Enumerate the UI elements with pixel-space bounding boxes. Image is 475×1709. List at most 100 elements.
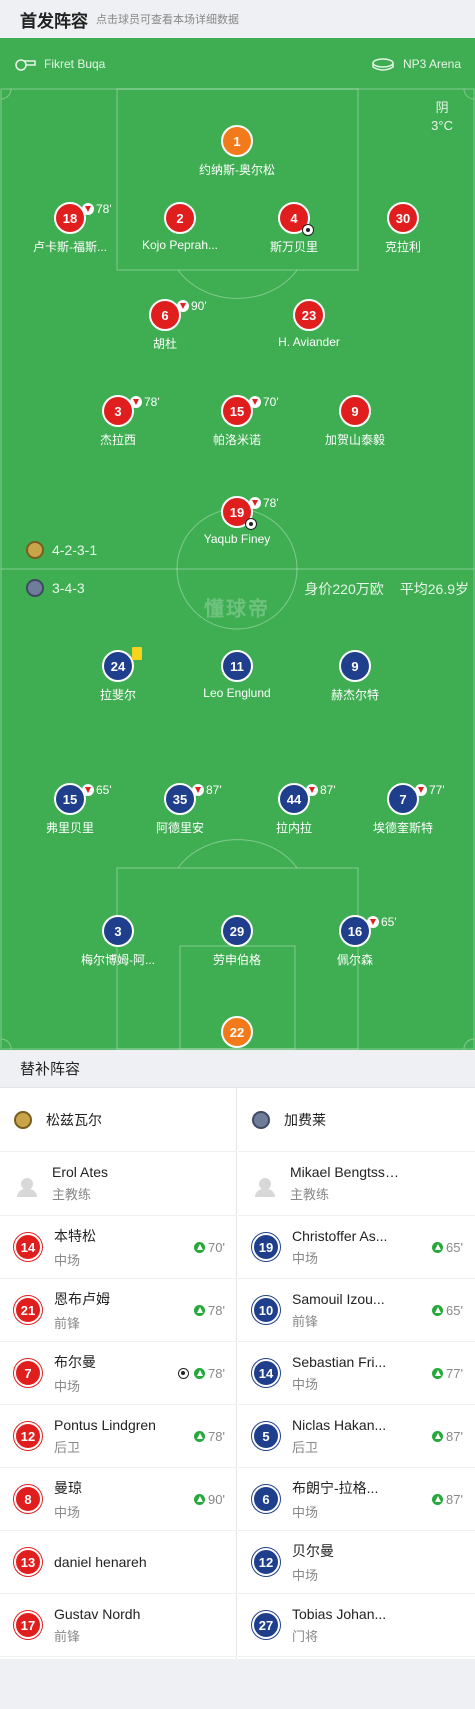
substitution-in-icon: [194, 1241, 206, 1253]
player-token[interactable]: 24 拉斐尔: [63, 647, 173, 703]
player-number-badge: 30: [387, 202, 419, 234]
home-formation-label: 4-2-3-1: [52, 542, 98, 558]
sub-out-minute: 65': [381, 915, 397, 929]
coach-name: Erol Ates: [52, 1164, 109, 1180]
sub-player-row[interactable]: 12 Pontus Lindgren 后卫 78': [0, 1405, 237, 1468]
away-team-stats: 身价220万欧 平均26.9岁: [304, 579, 469, 599]
sub-in-marker: 78': [178, 1366, 225, 1381]
sub-player-row[interactable]: 13 daniel henareh: [0, 1531, 237, 1594]
sub-player-row[interactable]: 17 Gustav Nordh 前锋: [0, 1594, 237, 1657]
sub-out-minute: 78': [263, 496, 279, 510]
player-token[interactable]: 16 佩尔森 65': [300, 915, 410, 968]
sub-player-row[interactable]: 27 Tobias Johan... 门将: [238, 1594, 475, 1657]
player-token[interactable]: 3 梅尔博姆-阿...: [63, 915, 173, 968]
player-number-badge: 9: [339, 650, 371, 682]
sub-player-name: Pontus Lindgren: [54, 1416, 156, 1433]
sub-out-minute: 65': [96, 783, 112, 797]
player-token[interactable]: 11 Leo Englund: [182, 650, 292, 700]
sub-player-row[interactable]: 14 本特松 中场 70': [0, 1216, 237, 1279]
referee-name: Fikret Buqa: [44, 56, 106, 71]
away-team-crest-icon: [26, 579, 44, 597]
player-token[interactable]: 18 卢卡斯-福斯... 78': [15, 202, 125, 255]
coach-name: Mikael Bengtsson: [290, 1164, 400, 1180]
player-number-badge: 9: [339, 395, 371, 427]
sub-player-name: 恩布卢姆: [54, 1290, 110, 1307]
sub-player-row[interactable]: 12 贝尔曼 中场: [238, 1531, 475, 1594]
sub-in-marker: 78': [194, 1303, 225, 1318]
player-name: 弗里贝里: [45, 821, 94, 835]
player-token[interactable]: 3 杰拉西 78': [63, 395, 173, 448]
subs-team-name: 松兹瓦尔: [46, 1111, 102, 1128]
home-subs-column: 松兹瓦尔 Erol Ates 主教练 14 本特松 中场 70' 21 恩布卢姆 前锋 78' 7 布尔…: [0, 1088, 237, 1659]
substitution-out-icon: [415, 784, 427, 796]
player-token[interactable]: 30 克拉利: [348, 202, 458, 255]
player-number: 15: [229, 403, 245, 419]
player-name: 拉内拉: [275, 821, 312, 835]
substitution-out-icon: [177, 300, 189, 312]
sub-player-row[interactable]: 19 Christoffer As... 中场 65': [238, 1216, 475, 1279]
team-crest-icon: [252, 1110, 270, 1129]
sub-player-row[interactable]: 8 曼琼 中场 90': [0, 1468, 237, 1531]
player-token[interactable]: 15 弗里贝里 65': [15, 783, 125, 836]
sub-player-row[interactable]: 7 布尔曼 中场 78': [0, 1342, 237, 1405]
player-name: 约纳斯-奥尔松: [199, 163, 275, 177]
sub-in-marker: 65': [432, 1303, 463, 1318]
sub-in-minute: 78': [208, 1365, 225, 1381]
player-number-badge: 22: [221, 1016, 253, 1048]
sub-out-marker: 87': [192, 783, 222, 797]
player-token[interactable]: 9 赫杰尔特: [300, 650, 410, 703]
player-token[interactable]: 19 Yaqub Finey 78': [182, 496, 292, 546]
sub-player-row[interactable]: 21 恩布卢姆 前锋 78': [0, 1279, 237, 1342]
player-token[interactable]: 2 Kojo Peprah...: [125, 202, 235, 252]
sub-player-name: 布朗宁-拉格...: [292, 1479, 379, 1496]
sub-player-row[interactable]: 6 布朗宁-拉格... 中场 87': [238, 1468, 475, 1531]
player-number-badge: 2: [164, 202, 196, 234]
player-number: 30: [395, 210, 411, 226]
player-token[interactable]: 15 帕洛米诺 70': [182, 395, 292, 448]
sub-player-name: 曼琼: [54, 1479, 82, 1496]
substitution-out-icon: [130, 396, 142, 408]
sub-player-name: Samouil Izou...: [292, 1290, 385, 1307]
coach-row[interactable]: Mikael Bengtsson 主教练: [238, 1152, 475, 1216]
player-token[interactable]: 44 拉内拉 87': [239, 783, 349, 836]
match-info-bar: Fikret Buqa NP3 Arena: [0, 38, 475, 89]
sub-out-marker: 90': [177, 299, 207, 313]
coach-avatar-head: [255, 1177, 275, 1197]
sub-player-row[interactable]: 14 Sebastian Fri... 中场 77': [238, 1342, 475, 1405]
player-name: 佩尔森: [336, 953, 373, 967]
player-token[interactable]: 7 埃德奎斯特 77': [348, 783, 458, 836]
substitution-in-icon: [432, 1430, 444, 1442]
coach-row[interactable]: Erol Ates 主教练: [0, 1152, 237, 1216]
player-token[interactable]: 4 斯万贝里: [239, 202, 349, 255]
average-age: 平均26.9岁: [399, 581, 469, 597]
player-token[interactable]: 9 加贺山泰毅: [300, 395, 410, 448]
sub-player-info: Tobias Johan... 门将: [292, 1606, 475, 1645]
substitutes-panel: 松兹瓦尔 Erol Ates 主教练 14 本特松 中场 70' 21 恩布卢姆 前锋 78' 7 布尔…: [0, 1088, 475, 1659]
sub-in-minute: 90': [208, 1491, 225, 1507]
weather-condition: 阴: [435, 100, 449, 115]
player-token[interactable]: 35 阿德里安 87': [125, 783, 235, 836]
player-token[interactable]: 22马蒂亚斯-尼...: [182, 1016, 292, 1050]
sub-player-row[interactable]: 5 Niclas Hakan... 后卫 87': [238, 1405, 475, 1468]
sub-in-minute: 70': [208, 1239, 225, 1255]
sub-player-name: Sebastian Fri...: [292, 1353, 387, 1370]
sub-player-number: 13: [14, 1548, 42, 1576]
player-number: 16: [347, 923, 363, 939]
sub-out-minute: 78': [144, 395, 160, 409]
sub-out-marker: 65': [367, 915, 397, 929]
player-number: 29: [229, 923, 245, 939]
player-token[interactable]: 29 劳申伯格: [182, 915, 292, 968]
player-token[interactable]: 1 约纳斯-奥尔松: [182, 125, 292, 178]
goal-ball-icon: [178, 1367, 190, 1379]
sub-in-marker: 77': [432, 1366, 463, 1381]
sub-player-row[interactable]: 10 Samouil Izou... 前锋 65': [238, 1279, 475, 1342]
coach-info: Mikael Bengtsson 主教练: [290, 1164, 475, 1203]
sub-out-minute: 87': [320, 783, 336, 797]
sub-player-position: 前锋: [54, 1628, 81, 1644]
player-name: 帕洛米诺: [212, 433, 261, 447]
subs-team-row: 加费莱: [238, 1088, 475, 1152]
player-token[interactable]: 6 胡杜 90': [110, 299, 220, 352]
sub-player-number: 8: [14, 1485, 42, 1513]
sub-out-marker: 78': [130, 395, 160, 409]
player-token[interactable]: 23 H. Aviander: [254, 299, 364, 349]
